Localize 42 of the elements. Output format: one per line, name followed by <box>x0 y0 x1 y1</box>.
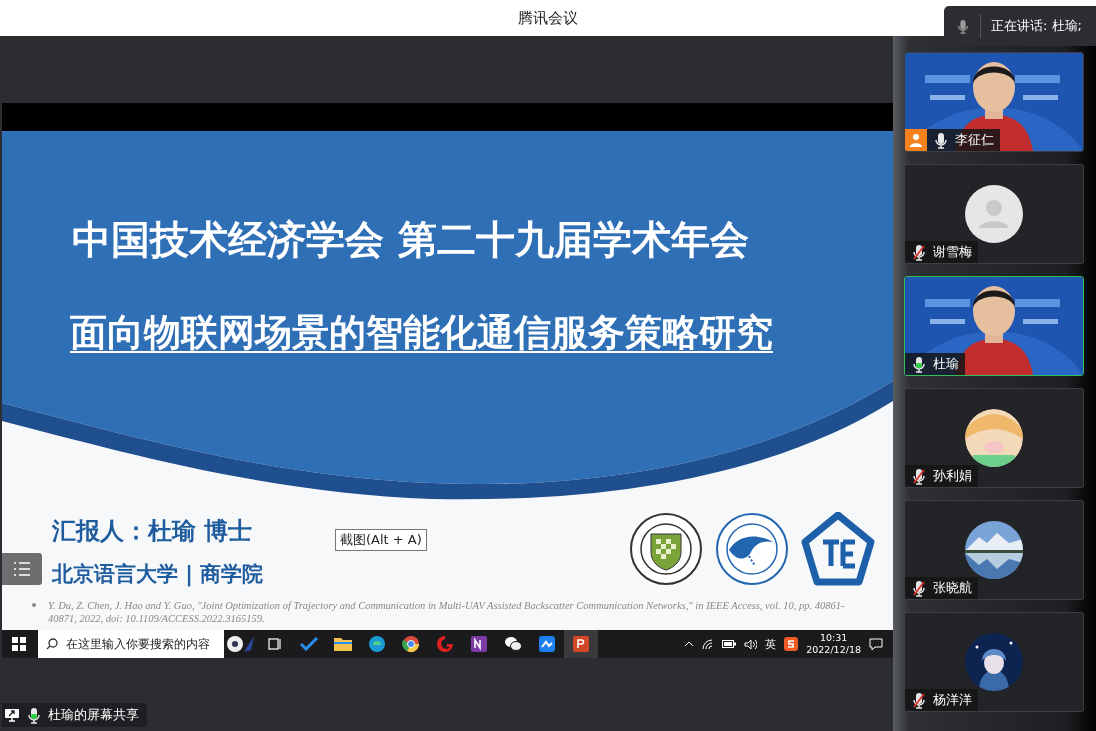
list-icon <box>13 562 31 576</box>
wifi-icon[interactable] <box>702 638 715 650</box>
tooltip: 截图(Alt + A) <box>335 529 427 551</box>
search-icon <box>46 638 58 650</box>
reference-citation: Y. Du, Z. Chen, J. Hao and Y. Guo, "Joint Optimization of Trajectory and Communication in Multi-UAV Assisted Backscatter Communication Networks," in IEEE Access, vol. 10, pp. 40861-40871, 2022, doi: 10.1109/ACCESS.2022.3165159. <box>48 599 846 625</box>
battery-icon[interactable] <box>722 640 737 648</box>
sharer-name: 杜瑜的屏幕共享 <box>48 706 139 724</box>
participant-tile[interactable]: 谢雪梅 <box>904 164 1084 264</box>
speaking-label: 正在讲话: 杜瑜; <box>991 17 1082 35</box>
chevron-up-icon[interactable] <box>684 641 695 647</box>
bullet-icon <box>32 603 36 607</box>
presenter-name: 汇报人：杜瑜 博士 <box>52 517 254 545</box>
taskbar-search-field[interactable]: 在这里输入你要搜索的内容 <box>38 630 224 658</box>
notification-icon[interactable] <box>869 637 883 651</box>
menu-button[interactable] <box>2 553 42 585</box>
participant-tile[interactable]: 张晓航 <box>904 500 1084 600</box>
presenter-affiliation: 北京语言大学 | 商学院 <box>52 561 264 587</box>
participant-tile[interactable]: 孙利娟 <box>904 388 1084 488</box>
participant-name: 谢雪梅 <box>933 243 972 261</box>
ball-icon <box>226 634 256 654</box>
participant-tile[interactable]: 李征仁 <box>904 52 1084 152</box>
society-logo-icon <box>801 512 875 586</box>
slide-title: 中国技术经济学会 第二十九届学术年会 <box>72 217 750 263</box>
participant-name: 杜瑜 <box>933 355 959 373</box>
participant-tile[interactable]: 杜瑜 <box>904 276 1084 376</box>
participant-name: 李征仁 <box>955 131 994 149</box>
slides-app-icon[interactable] <box>564 630 598 658</box>
slide-subtitle: 面向物联网场景的智能化通信服务策略研究 <box>70 310 773 356</box>
participant-name: 孙利娟 <box>933 467 972 485</box>
university-emblem-icon <box>715 512 789 586</box>
participant-name: 张晓航 <box>933 579 972 597</box>
university-emblem-icon <box>629 512 703 586</box>
participant-name: 杨洋洋 <box>933 691 972 709</box>
input-method-icon[interactable] <box>784 637 799 651</box>
input-language-indicator[interactable]: 英 <box>765 636 777 652</box>
taskbar-clock[interactable]: 10:31 2022/12/18 <box>806 632 861 656</box>
default-avatar-icon <box>965 185 1023 243</box>
volume-icon[interactable] <box>744 638 758 650</box>
microphone-icon <box>26 706 42 724</box>
participant-tile[interactable]: 杨洋洋 <box>904 612 1084 712</box>
microphone-icon <box>956 17 970 35</box>
window-title: 腾讯会议 <box>518 8 578 28</box>
